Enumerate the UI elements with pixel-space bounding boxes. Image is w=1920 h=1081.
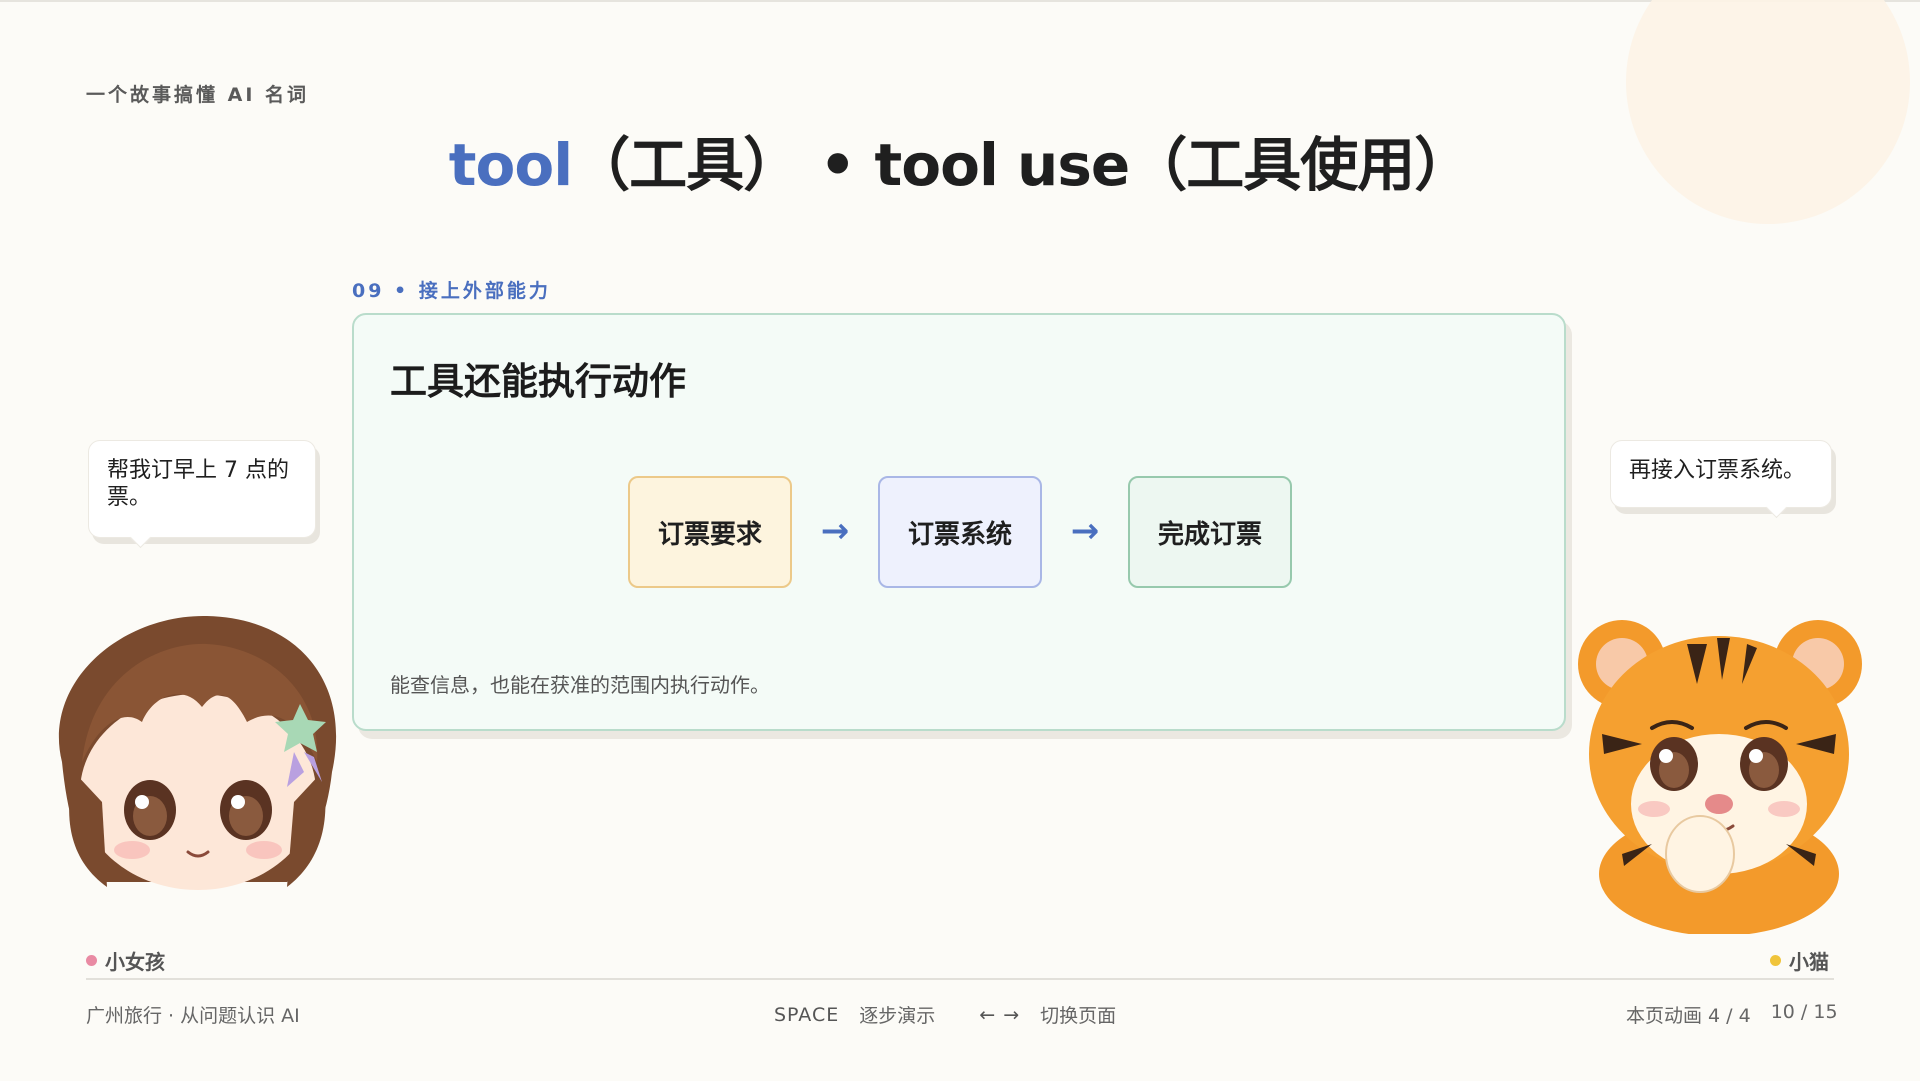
title-accent: tool — [448, 131, 573, 199]
tiger-speech-bubble: 再接入订票系统。 — [1610, 440, 1832, 519]
flow-arrow-icon: → — [1070, 511, 1100, 551]
girl-speech-bubble: 帮我订早上 7 点的票。 — [88, 440, 316, 549]
tiger-avatar — [1578, 620, 1862, 934]
tiger-speech-text: 再接入订票系统。 — [1629, 458, 1806, 483]
animation-counter: 本页动画 4 / 4 — [1626, 1005, 1751, 1027]
girl-speech-text: 帮我订早上 7 点的票。 — [107, 458, 289, 510]
space-hint-label: 逐步演示 — [859, 1005, 936, 1027]
space-key-hint[interactable]: SPACE — [774, 1004, 839, 1026]
page-status: 本页动画 4 / 4 10 / 15 — [1626, 1001, 1838, 1028]
series-label: 一个故事搞懂 AI 名词 — [86, 84, 310, 106]
bubble-tail — [1765, 496, 1788, 519]
title-rest: （工具） • tool use（工具使用） — [572, 131, 1472, 199]
page-counter: 10 / 15 — [1770, 1001, 1838, 1023]
top-divider — [0, 0, 1920, 2]
page-title: tool（工具） • tool use（工具使用） — [0, 118, 1920, 202]
section-label: 09 • 接上外部能力 — [352, 280, 551, 302]
girl-name: 小女孩 — [105, 950, 165, 974]
pink-dot-icon — [86, 955, 97, 966]
card-note: 能查信息，也能在获准的范围内执行动作。 — [390, 673, 770, 697]
arrow-hint-label: 切换页面 — [1040, 1005, 1117, 1027]
flow-step-done: 完成订票 — [1128, 476, 1292, 588]
content-card: 工具还能执行动作 订票要求 → 订票系统 → 完成订票 能查信息，也能在获准的范… — [352, 313, 1566, 731]
bubble-tail — [129, 526, 152, 549]
girl-name-label: 小女孩 — [86, 946, 165, 975]
arrow-keys-hint[interactable]: ← → — [979, 1004, 1020, 1026]
flow-arrow-icon: → — [820, 511, 850, 551]
deck-title: 广州旅行 · 从问题认识 AI — [86, 1005, 300, 1027]
girl-avatar — [58, 615, 337, 890]
card-title: 工具还能执行动作 — [390, 360, 686, 403]
tiger-name: 小猫 — [1789, 950, 1829, 974]
footer-divider — [86, 978, 1834, 980]
flow-step-request: 订票要求 — [628, 476, 792, 588]
yellow-dot-icon — [1770, 955, 1781, 966]
tiger-name-label: 小猫 — [1770, 946, 1829, 975]
keyboard-hints: SPACE 逐步演示 ← → 切换页面 — [774, 1001, 1116, 1028]
flow-step-system: 订票系统 — [878, 476, 1042, 588]
